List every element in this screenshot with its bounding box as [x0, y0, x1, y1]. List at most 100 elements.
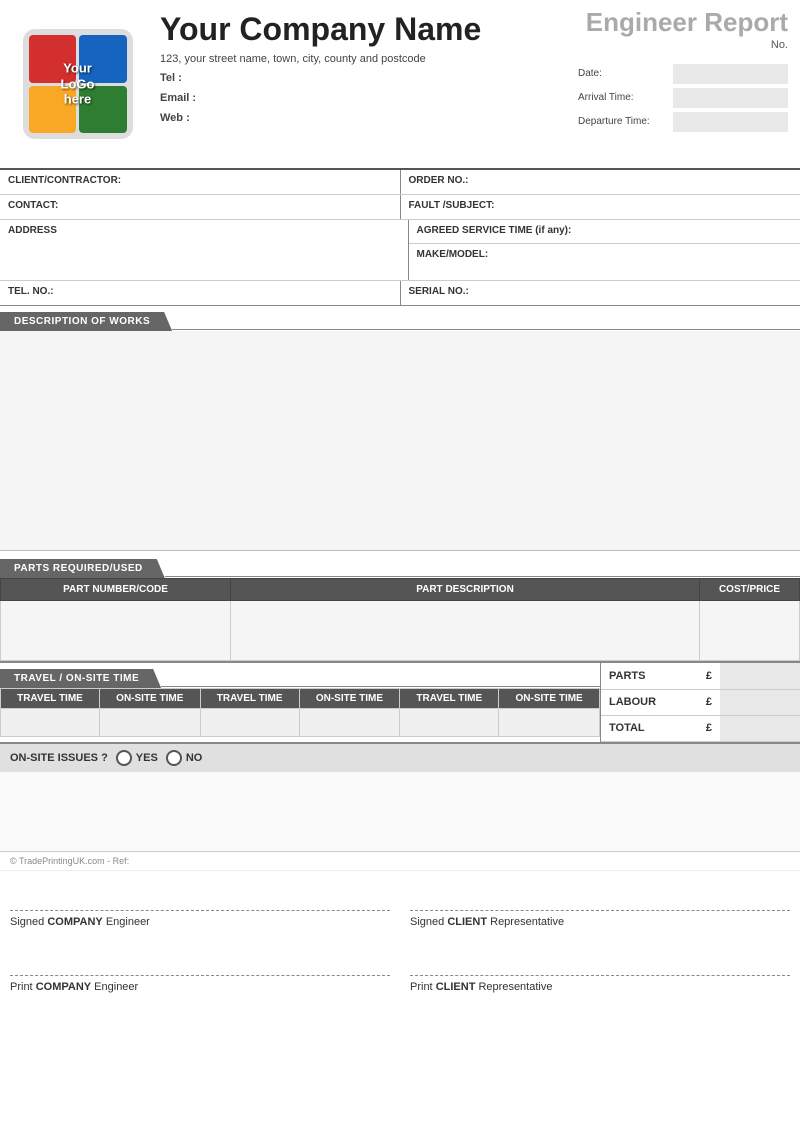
total-cost-row: TOTAL £	[601, 715, 800, 741]
parts-col3-header: COST/PRICE	[700, 579, 800, 601]
make-model-label: MAKE/MODEL:	[409, 244, 800, 280]
report-info: Engineer Report No. Date: Arrival Time: …	[570, 0, 800, 168]
parts-col1-header: PART NUMBER/CODE	[1, 579, 231, 601]
parts-row1-desc[interactable]	[231, 601, 700, 661]
cube-face-yellow	[29, 86, 77, 134]
date-label: Date:	[578, 68, 673, 79]
arrival-value[interactable]	[673, 88, 788, 108]
cube-face-red	[29, 35, 77, 83]
yes-label: YES	[136, 752, 158, 764]
tel-no-label: TEL. NO.:	[0, 281, 401, 305]
parts-section-line	[165, 576, 800, 577]
report-fields: Date: Arrival Time: Departure Time:	[578, 63, 788, 133]
footer-copyright: © TradePrintingUK.com - Ref:	[0, 852, 800, 871]
travel-d5[interactable]	[400, 709, 499, 737]
total-cost-label: TOTAL	[601, 715, 698, 741]
company-contacts: Tel : Email : Web :	[160, 69, 560, 128]
company-address: 123, your street name, town, city, count…	[160, 53, 560, 65]
sig-client-label: Signed CLIENT Representative	[410, 916, 790, 928]
travel-d2[interactable]	[99, 709, 200, 737]
travel-col3a: TRAVEL TIME	[400, 689, 499, 709]
yes-radio-group[interactable]: YES	[116, 750, 158, 766]
parts-col2-header: PART DESCRIPTION	[231, 579, 700, 601]
travel-d3[interactable]	[200, 709, 299, 737]
client-info-section: CLIENT/CONTRACTOR: ORDER NO.: CONTACT: F…	[0, 170, 800, 306]
row-tel-serial: TEL. NO.: SERIAL NO.:	[0, 281, 800, 306]
sig-client-block: Signed CLIENT Representative	[410, 881, 790, 928]
order-label: ORDER NO.:	[401, 170, 800, 194]
parts-row-1	[1, 601, 800, 661]
print-client-label: Print CLIENT Representative	[410, 981, 790, 993]
total-currency: £	[698, 715, 720, 741]
email-line: Email :	[160, 89, 560, 109]
travel-tab: TRAVEL / ON-SITE TIME	[0, 669, 161, 688]
parts-cost-value[interactable]	[720, 663, 800, 689]
address-right: AGREED SERVICE TIME (if any): MAKE/MODEL…	[409, 220, 800, 280]
onsite-section: ON-SITE ISSUES ? YES NO	[0, 742, 800, 772]
address-label: ADDRESS	[0, 220, 409, 280]
company-info: Your Company Name 123, your street name,…	[155, 0, 570, 168]
yes-radio[interactable]	[116, 750, 132, 766]
logo-area: Your LoGo here	[0, 0, 155, 168]
travel-col2b: ON-SITE TIME	[299, 689, 400, 709]
parts-section-header: PARTS REQUIRED/USED	[0, 559, 800, 578]
labour-cost-row: LABOUR £	[601, 689, 800, 715]
sig-client-line	[410, 881, 790, 911]
sig-company-block: Signed COMPANY Engineer	[10, 881, 390, 928]
parts-cost-label: PARTS	[601, 663, 698, 689]
print-company-block: Print COMPANY Engineer	[10, 946, 390, 993]
row-client-order: CLIENT/CONTRACTOR: ORDER NO.:	[0, 170, 800, 195]
page: Your LoGo here Your Company Name 123, yo…	[0, 0, 800, 1131]
client-label: CLIENT/CONTRACTOR:	[0, 170, 401, 194]
no-radio-group[interactable]: NO	[166, 750, 203, 766]
contact-label: CONTACT:	[0, 195, 401, 219]
date-row: Date:	[578, 63, 788, 85]
print-company-label: Print COMPANY Engineer	[10, 981, 390, 993]
date-value[interactable]	[673, 64, 788, 84]
print-section: Print COMPANY Engineer Print CLIENT Repr…	[0, 936, 800, 1003]
works-section-line	[172, 329, 800, 330]
travel-table: TRAVEL TIME ON-SITE TIME TRAVEL TIME ON-…	[0, 688, 600, 737]
labour-cost-label: LABOUR	[601, 689, 698, 715]
travel-col1a: TRAVEL TIME	[1, 689, 100, 709]
report-no: No.	[578, 39, 788, 51]
travel-col3b: ON-SITE TIME	[499, 689, 600, 709]
row-contact-fault: CONTACT: FAULT /SUBJECT:	[0, 195, 800, 220]
sig-company-label: Signed COMPANY Engineer	[10, 916, 390, 928]
travel-section-header: TRAVEL / ON-SITE TIME	[0, 669, 600, 688]
departure-value[interactable]	[673, 112, 788, 132]
travel-col1b: ON-SITE TIME	[99, 689, 200, 709]
cube-face-blue	[79, 35, 127, 83]
print-client-line	[410, 946, 790, 976]
no-label: NO	[186, 752, 203, 764]
total-cost-value[interactable]	[720, 715, 800, 741]
tel-line: Tel :	[160, 69, 560, 89]
cube-face-green	[79, 86, 127, 134]
parts-cost-row: PARTS £	[601, 663, 800, 689]
travel-d1[interactable]	[1, 709, 100, 737]
parts-row1-code[interactable]	[1, 601, 231, 661]
travel-d4[interactable]	[299, 709, 400, 737]
parts-row1-cost[interactable]	[700, 601, 800, 661]
parts-table: PART NUMBER/CODE PART DESCRIPTION COST/P…	[0, 578, 800, 661]
logo-cube: Your LoGo here	[23, 29, 133, 139]
travel-data-row	[1, 709, 600, 737]
issues-text-area[interactable]	[0, 772, 800, 852]
no-radio[interactable]	[166, 750, 182, 766]
row-address: ADDRESS AGREED SERVICE TIME (if any): MA…	[0, 220, 800, 281]
labour-currency: £	[698, 689, 720, 715]
travel-right: PARTS £ LABOUR £ TOTAL £	[600, 663, 800, 742]
arrival-row: Arrival Time:	[578, 87, 788, 109]
fault-label: FAULT /SUBJECT:	[401, 195, 800, 219]
works-area[interactable]	[0, 331, 800, 551]
print-company-line	[10, 946, 390, 976]
company-name: Your Company Name	[160, 12, 560, 47]
labour-cost-value[interactable]	[720, 689, 800, 715]
departure-row: Departure Time:	[578, 111, 788, 133]
signatures-section: Signed COMPANY Engineer Signed CLIENT Re…	[0, 871, 800, 928]
travel-section-line	[161, 686, 600, 687]
works-section-header: DESCRIPTION OF WORKS	[0, 312, 800, 331]
travel-d6[interactable]	[499, 709, 600, 737]
parts-currency: £	[698, 663, 720, 689]
parts-tab: PARTS REQUIRED/USED	[0, 559, 165, 578]
